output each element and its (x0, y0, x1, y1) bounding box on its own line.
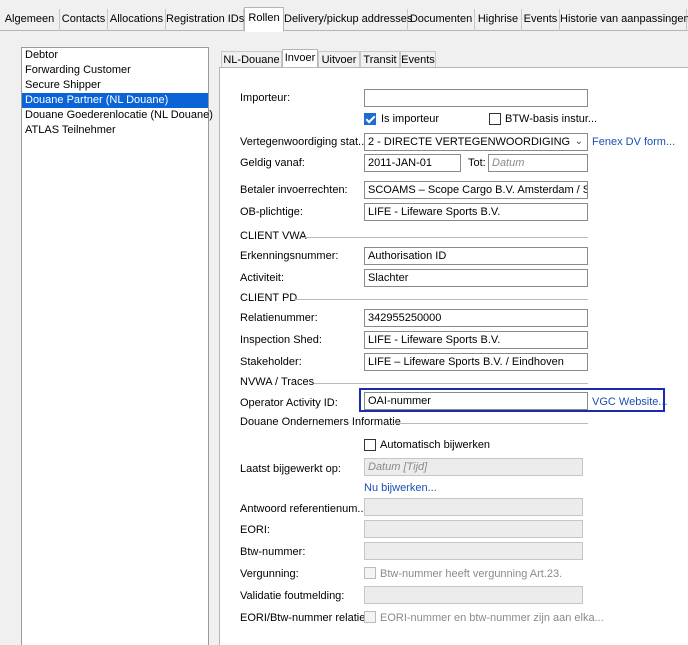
automatisch-bijwerken-checkbox[interactable] (364, 439, 376, 451)
role-item-douane-partner[interactable]: Douane Partner (NL Douane) (22, 93, 208, 108)
ob-plichtige-input[interactable]: LIFE - Lifeware Sports B.V. (364, 203, 588, 221)
nvwa-traces-heading: NVWA / Traces (240, 376, 315, 388)
eori-btw-relatie-checkbox (364, 611, 376, 623)
erkenningsnummer-label: Erkenningsnummer: (240, 250, 339, 262)
subtab-uitvoer[interactable]: Uitvoer (318, 51, 360, 68)
activiteit-label: Activiteit: (240, 272, 285, 284)
role-item-forwarding-customer[interactable]: Forwarding Customer (22, 63, 208, 78)
tot-placeholder: Datum (492, 157, 525, 169)
inspection-shed-input[interactable]: LIFE - Lifeware Sports B.V. (364, 331, 588, 349)
client-pd-heading: CLIENT PD (240, 292, 298, 304)
laatst-bijgewerkt-placeholder: Datum [Tijd] (368, 461, 428, 473)
btw-basis-checkbox[interactable] (489, 113, 501, 125)
ob-plichtige-label: OB-plichtige: (240, 206, 303, 218)
vertegenwoordiging-label: Vertegenwoordiging stat... (240, 136, 368, 148)
main-tab-bar: Algemeen Contacts Allocations Registrati… (0, 7, 688, 32)
btw-nummer-label: Btw-nummer: (240, 546, 306, 558)
inspection-shed-label: Inspection Shed: (240, 334, 322, 346)
eori-btw-relatie-label: EORI/Btw-nummer relatie: (240, 612, 369, 624)
tab-algemeen[interactable]: Algemeen (0, 9, 60, 31)
tab-allocations[interactable]: Allocations (108, 9, 166, 31)
geldig-vanaf-input[interactable]: 2011-JAN-01 (364, 154, 461, 172)
betaler-input[interactable]: SCOAMS – Scope Cargo B.V. Amsterdam / Sc… (364, 181, 588, 199)
douane-ondernemers-divider (392, 423, 588, 424)
tab-rollen[interactable]: Rollen (244, 7, 284, 32)
automatisch-bijwerken-label: Automatisch bijwerken (380, 439, 491, 451)
eori-btw-relatie-checkbox-label: EORI-nummer en btw-nummer zijn aan elka.… (380, 612, 604, 624)
btw-basis-label: BTW-basis instur... (505, 113, 598, 125)
role-item-secure-shipper[interactable]: Secure Shipper (22, 78, 208, 93)
stakeholder-label: Stakeholder: (240, 356, 302, 368)
tab-registration-ids[interactable]: Registration IDs (166, 9, 244, 31)
laatst-bijgewerkt-label: Laatst bijgewerkt op: (240, 463, 341, 475)
client-vwa-heading: CLIENT VWA (240, 230, 307, 242)
tot-label: Tot: (468, 157, 486, 169)
tab-events[interactable]: Events (522, 9, 560, 31)
client-vwa-divider (302, 237, 588, 238)
stakeholder-input[interactable]: LIFE – Lifeware Sports B.V. / Eindhoven (364, 353, 588, 371)
operator-activity-label: Operator Activity ID: (240, 397, 338, 409)
relatienummer-input[interactable]: 342955250000 (364, 309, 588, 327)
eori-label: EORI: (240, 524, 270, 536)
chevron-down-icon: ⌄ (574, 136, 583, 147)
tab-historie-van-aanpassingen[interactable]: Historie van aanpassingen (560, 9, 688, 31)
is-importeur-label: Is importeur (381, 113, 440, 125)
vertegenwoordiging-value: 2 - DIRECTE VERTEGENWOORDIGING (368, 136, 571, 148)
subtab-transit[interactable]: Transit (360, 51, 400, 68)
erkenningsnummer-input[interactable]: Authorisation ID (364, 247, 588, 265)
antwoord-label: Antwoord referentienum... (240, 503, 367, 515)
tab-highrise[interactable]: Highrise (475, 9, 522, 31)
importeur-label: Importeur: (240, 92, 291, 104)
relatienummer-label: Relatienummer: (240, 312, 318, 324)
antwoord-input (364, 498, 583, 516)
validatie-input (364, 586, 583, 604)
eori-input (364, 520, 583, 538)
tab-contacts[interactable]: Contacts (60, 9, 108, 31)
tab-delivery-pickup-addresses[interactable]: Delivery/pickup addresses (284, 9, 412, 31)
subtab-events[interactable]: Events (400, 51, 436, 68)
importeur-input[interactable] (364, 89, 588, 107)
is-importeur-checkbox[interactable] (364, 113, 376, 125)
validatie-label: Validatie foutmelding: (240, 590, 345, 602)
geldig-vanaf-label: Geldig vanaf: (240, 157, 305, 169)
subtab-invoer[interactable]: Invoer (282, 49, 318, 69)
roles-list: Debtor Forwarding Customer Secure Shippe… (21, 47, 213, 645)
nu-bijwerken-link[interactable]: Nu bijwerken... (364, 482, 437, 494)
subtab-nl-douane[interactable]: NL-Douane (221, 51, 282, 68)
tot-input[interactable]: Datum (488, 154, 588, 172)
fenex-dv-link[interactable]: Fenex DV form... (592, 136, 675, 148)
vergunning-checkbox (364, 567, 376, 579)
role-item-debtor[interactable]: Debtor (22, 48, 208, 63)
vgc-website-link[interactable]: VGC Website... (592, 396, 668, 408)
douane-ondernemers-heading: Douane Ondernemers Informatie (240, 416, 401, 428)
laatst-bijgewerkt-input: Datum [Tijd] (364, 458, 583, 476)
betaler-label: Betaler invoerrechten: (240, 184, 348, 196)
role-item-douane-goederenlocatie[interactable]: Douane Goederenlocatie (NL Douane) (22, 108, 213, 123)
client-pd-divider (294, 299, 588, 300)
activiteit-input[interactable]: Slachter (364, 269, 588, 287)
btw-nummer-input (364, 542, 583, 560)
vergunning-checkbox-label: Btw-nummer heeft vergunning Art.23. (380, 568, 563, 580)
vergunning-label: Vergunning: (240, 568, 299, 580)
vertegenwoordiging-select[interactable]: 2 - DIRECTE VERTEGENWOORDIGING ⌄ (364, 133, 588, 151)
tab-documenten[interactable]: Documenten (408, 9, 475, 31)
nvwa-traces-divider (314, 383, 588, 384)
role-item-atlas-teilnehmer[interactable]: ATLAS Teilnehmer (22, 123, 208, 138)
operator-activity-input[interactable]: OAI-nummer (364, 392, 588, 410)
